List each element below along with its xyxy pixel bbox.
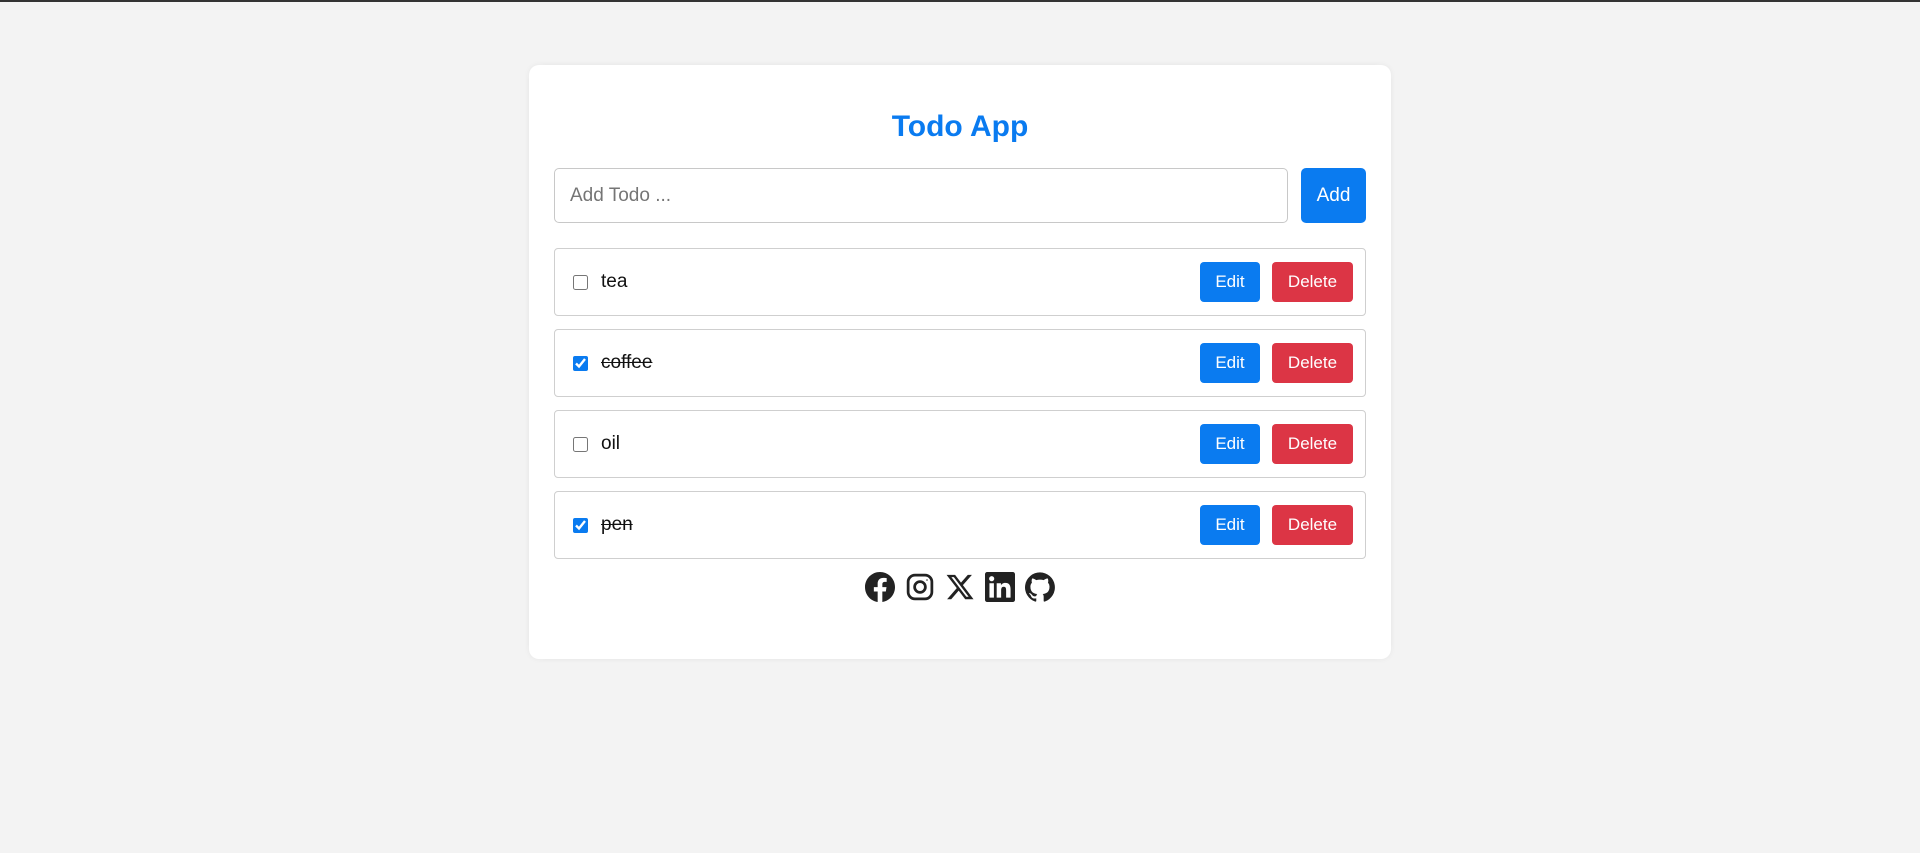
edit-button[interactable]: Edit <box>1200 343 1260 383</box>
todo-item: pen Edit Delete <box>554 491 1366 559</box>
page-title: Todo App <box>891 110 1029 143</box>
github-icon[interactable] <box>1025 572 1055 602</box>
todo-checkbox[interactable] <box>573 355 588 371</box>
todo-text: tea <box>601 271 628 292</box>
todo-checkbox[interactable] <box>573 517 588 533</box>
edit-button[interactable]: Edit <box>1200 424 1260 464</box>
social-links <box>554 572 1366 602</box>
instagram-icon[interactable] <box>905 572 935 602</box>
add-button[interactable]: Add <box>1301 168 1366 223</box>
edit-button[interactable]: Edit <box>1200 505 1260 545</box>
todo-list: tea Edit Delete coffee Edit Delete oil E… <box>554 248 1366 559</box>
todo-checkbox[interactable] <box>573 436 588 452</box>
todo-text: oil <box>601 433 621 454</box>
add-todo-form: Add <box>554 168 1366 223</box>
delete-button[interactable]: Delete <box>1272 262 1353 302</box>
delete-button[interactable]: Delete <box>1272 424 1353 464</box>
todo-text: pen <box>601 514 633 535</box>
edit-button[interactable]: Edit <box>1200 262 1260 302</box>
todo-card: Todo App Add tea Edit Delete coffee Edit… <box>529 65 1391 659</box>
delete-button[interactable]: Delete <box>1272 343 1353 383</box>
top-border <box>0 0 1920 2</box>
todo-text: coffee <box>601 352 653 373</box>
todo-checkbox[interactable] <box>573 274 588 290</box>
todo-item: oil Edit Delete <box>554 410 1366 478</box>
add-todo-input[interactable] <box>554 168 1288 223</box>
todo-item: coffee Edit Delete <box>554 329 1366 397</box>
linkedin-icon[interactable] <box>985 572 1015 602</box>
x-icon[interactable] <box>945 572 975 602</box>
delete-button[interactable]: Delete <box>1272 505 1353 545</box>
todo-item: tea Edit Delete <box>554 248 1366 316</box>
facebook-icon[interactable] <box>865 572 895 602</box>
